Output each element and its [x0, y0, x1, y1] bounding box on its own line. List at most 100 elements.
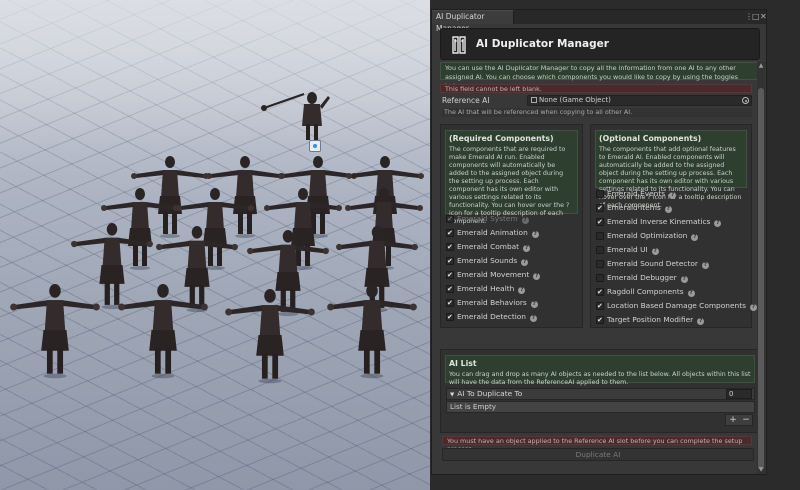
- optional-component-toggle[interactable]: Ragdoll Components?: [596, 285, 757, 299]
- close-icon[interactable]: ✕: [760, 11, 767, 23]
- scroll-thumb[interactable]: [758, 88, 764, 470]
- help-icon[interactable]: ?: [651, 248, 659, 255]
- vertical-scrollbar[interactable]: ▲ ▼: [757, 62, 765, 474]
- required-components-title: (Required Components): [449, 134, 554, 143]
- character-crowd: [10, 92, 424, 384]
- list-empty-message: List is Empty: [446, 401, 755, 413]
- scene-viewport[interactable]: [0, 0, 430, 490]
- checkbox[interactable]: [446, 310, 454, 324]
- required-component-toggle[interactable]: Emerald Behaviors?: [446, 296, 540, 310]
- scroll-up-icon[interactable]: ▲: [757, 62, 765, 70]
- help-icon[interactable]: ?: [749, 304, 757, 311]
- help-icon[interactable]: ?: [533, 273, 541, 280]
- toggle-label: Emerald Combat: [457, 242, 520, 251]
- toggle-label: Emerald Items: [607, 203, 661, 212]
- help-icon[interactable]: ?: [530, 301, 538, 308]
- help-icon[interactable]: ?: [531, 231, 539, 238]
- help-icon[interactable]: ?: [523, 245, 531, 252]
- required-component-toggle[interactable]: Emerald Movement?: [446, 268, 541, 282]
- ai-to-duplicate-foldout[interactable]: ▼ AI To Duplicate To 0: [446, 388, 755, 400]
- checkbox[interactable]: [446, 240, 454, 254]
- optional-components-title: (Optional Components): [599, 134, 702, 143]
- required-components-panel: (Required Components) The components tha…: [440, 124, 583, 328]
- required-component-toggle[interactable]: Emerald Animation?: [446, 226, 540, 240]
- toggle-label: Emerald Sounds: [457, 256, 518, 265]
- reference-ai-row: Reference AI None (Game Object): [442, 95, 752, 106]
- help-icon[interactable]: ?: [518, 287, 526, 294]
- optional-component-toggle[interactable]: Emerald Sound Detector?: [596, 257, 757, 271]
- optional-component-toggle[interactable]: Target Position Modifier?: [596, 313, 757, 327]
- help-icon[interactable]: ?: [687, 290, 695, 297]
- reference-ai-value: None (Game Object): [539, 96, 611, 104]
- reference-ai-field[interactable]: None (Game Object): [527, 95, 752, 106]
- toggle-label: Emerald Inverse Kinematics: [607, 217, 711, 226]
- object-picker-icon[interactable]: [742, 97, 749, 104]
- scroll-down-icon[interactable]: ▼: [757, 466, 765, 474]
- checkbox[interactable]: [446, 268, 454, 282]
- toggle-label: Emerald Detection: [457, 312, 526, 321]
- checkbox[interactable]: [596, 313, 604, 327]
- reference-ai-help: The AI that will be referenced when copy…: [442, 108, 752, 117]
- help-icon[interactable]: ?: [521, 259, 529, 266]
- optional-component-toggle[interactable]: Emerald Events?: [596, 187, 757, 201]
- help-icon[interactable]: ?: [697, 318, 705, 325]
- help-icon[interactable]: ?: [669, 192, 677, 199]
- intro-help-box: You can use the AI Duplicator Manager to…: [440, 62, 760, 90]
- required-component-toggle[interactable]: Emerald Sounds?: [446, 254, 540, 268]
- toggle-label: Emerald Health: [457, 284, 515, 293]
- ai-list-header: AI List You can drag and drop as many AI…: [445, 355, 755, 386]
- checkbox[interactable]: [596, 246, 604, 254]
- ai-list-description: You can drag and drop as many AI objects…: [449, 371, 751, 386]
- add-item-button[interactable]: +: [727, 414, 739, 426]
- toggle-label: Emerald Animation: [457, 228, 528, 237]
- help-icon[interactable]: ?: [691, 234, 699, 241]
- duplicate-ai-button[interactable]: Duplicate AI: [442, 448, 754, 461]
- toggle-label: Emerald Events: [607, 189, 666, 198]
- checkbox[interactable]: [446, 296, 454, 310]
- required-component-toggle[interactable]: Emerald Combat?: [446, 240, 540, 254]
- optional-component-toggle[interactable]: Emerald UI?: [596, 243, 757, 257]
- list-size-field[interactable]: 0: [726, 389, 752, 399]
- optional-toggle-list: Emerald Events?Emerald Items?Emerald Inv…: [596, 187, 757, 327]
- required-component-toggle[interactable]: Emerald Health?: [446, 282, 540, 296]
- ai-to-duplicate-label: AI To Duplicate To: [457, 389, 523, 398]
- window-header: AI Duplicator Manager: [440, 28, 760, 60]
- checkbox[interactable]: [446, 226, 454, 240]
- foldout-arrow-icon[interactable]: ▼: [450, 392, 454, 398]
- checkbox[interactable]: [446, 254, 454, 268]
- ai-list-panel: AI List You can drag and drop as many AI…: [440, 349, 760, 433]
- required-component-toggle[interactable]: Emerald Detection?: [446, 310, 540, 324]
- help-icon[interactable]: ?: [680, 276, 688, 283]
- checkbox[interactable]: [596, 274, 604, 282]
- help-icon[interactable]: ?: [529, 315, 537, 322]
- checkbox[interactable]: [596, 232, 604, 240]
- optional-component-toggle[interactable]: Emerald Inverse Kinematics?: [596, 215, 757, 229]
- checkbox[interactable]: [596, 201, 604, 215]
- remove-item-button[interactable]: −: [740, 414, 752, 426]
- tab-ai-duplicator-manager[interactable]: AI Duplicator Manager: [432, 10, 514, 33]
- help-icon[interactable]: ?: [714, 220, 722, 227]
- checkbox[interactable]: [596, 260, 604, 268]
- optional-component-toggle[interactable]: Emerald Optimization?: [596, 229, 757, 243]
- checkbox: [446, 212, 454, 226]
- checkbox[interactable]: [446, 282, 454, 296]
- inspector-content: You can use the AI Duplicator Manager to…: [440, 62, 760, 474]
- duplicator-logo-icon: [452, 36, 466, 54]
- transform-gizmo[interactable]: [309, 140, 321, 152]
- optional-component-toggle[interactable]: Emerald Debugger?: [596, 271, 757, 285]
- checkbox[interactable]: [596, 215, 604, 229]
- toggle-label: Emerald Movement: [457, 270, 530, 279]
- help-icon[interactable]: ?: [664, 206, 672, 213]
- maximize-icon[interactable]: □: [752, 11, 760, 23]
- optional-component-toggle[interactable]: Emerald Items?: [596, 201, 757, 215]
- ai-duplicator-window: AI Duplicator Manager ⋮ □ ✕ AI Duplicato…: [431, 9, 767, 475]
- checkbox[interactable]: [596, 299, 604, 313]
- toggle-label: Emerald Debugger: [607, 273, 677, 282]
- checkbox[interactable]: [596, 285, 604, 299]
- optional-component-toggle[interactable]: Location Based Damage Components?: [596, 299, 757, 313]
- help-icon[interactable]: ?: [701, 262, 709, 269]
- checkbox[interactable]: [596, 190, 604, 198]
- help-icon[interactable]: ?: [521, 217, 529, 224]
- toggle-label: Emerald System: [457, 214, 518, 223]
- toggle-label: Location Based Damage Components: [607, 301, 746, 310]
